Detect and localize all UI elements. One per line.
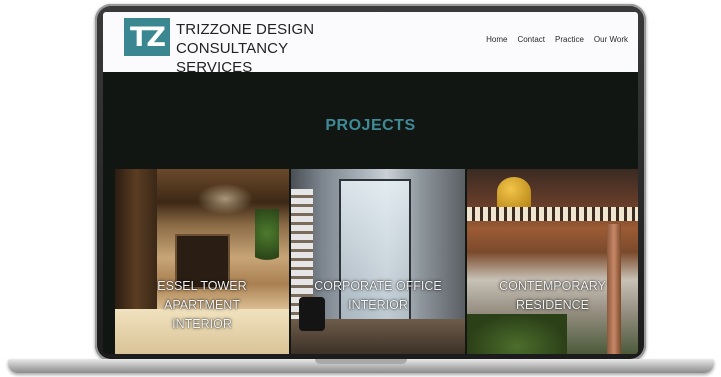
caption-line: CORPORATE OFFICE	[314, 279, 442, 293]
project-tile-essel-tower[interactable]: ESSEL TOWER APARTMENT INTERIOR	[115, 169, 289, 354]
caption-line: ESSEL TOWER	[157, 279, 247, 293]
project-image-shrub	[467, 314, 567, 354]
caption-line: RESIDENCE	[516, 298, 589, 312]
nav-practice-link[interactable]: Practice	[555, 35, 584, 44]
caption-line: INTERIOR	[172, 317, 232, 331]
caption-line: INTERIOR	[348, 298, 408, 312]
laptop-screen: TZ TRIZZONE DESIGN CONSULTANCY SERVICES …	[103, 12, 638, 354]
logo-icon[interactable]: TZ	[124, 18, 170, 56]
project-tile-contemporary-residence[interactable]: CONTEMPORARY RESIDENCE	[467, 169, 638, 354]
project-image-dome	[497, 177, 531, 207]
projects-heading: PROJECTS	[325, 117, 416, 134]
caption-line: CONTEMPORARY	[499, 279, 606, 293]
project-image-tile-band	[467, 207, 638, 221]
nav-our-work-link[interactable]: Our Work	[594, 35, 628, 44]
project-gallery: ESSEL TOWER APARTMENT INTERIOR CORPORATE…	[115, 169, 638, 354]
project-tile-corporate-office[interactable]: CORPORATE OFFICE INTERIOR	[291, 169, 465, 354]
logo-text: TZ	[130, 21, 166, 53]
laptop-notch	[315, 359, 407, 364]
brand-line-1: TRIZZONE DESIGN	[176, 21, 315, 38]
project-caption: CORPORATE OFFICE INTERIOR	[291, 277, 465, 315]
nav-contact-link[interactable]: Contact	[517, 35, 545, 44]
brand-name[interactable]: TRIZZONE DESIGN CONSULTANCY SERVICES	[176, 20, 366, 77]
nav-home-link[interactable]: Home	[486, 35, 507, 44]
project-caption: ESSEL TOWER APARTMENT INTERIOR	[115, 277, 289, 334]
project-image-plant	[255, 209, 279, 269]
caption-line: APARTMENT	[164, 298, 240, 312]
main-nav: Home Contact Practice Our Work	[486, 35, 628, 44]
project-caption: CONTEMPORARY RESIDENCE	[467, 277, 638, 315]
site-header: TZ TRIZZONE DESIGN CONSULTANCY SERVICES …	[103, 12, 638, 76]
brand-line-2: CONSULTANCY SERVICES	[176, 40, 288, 76]
